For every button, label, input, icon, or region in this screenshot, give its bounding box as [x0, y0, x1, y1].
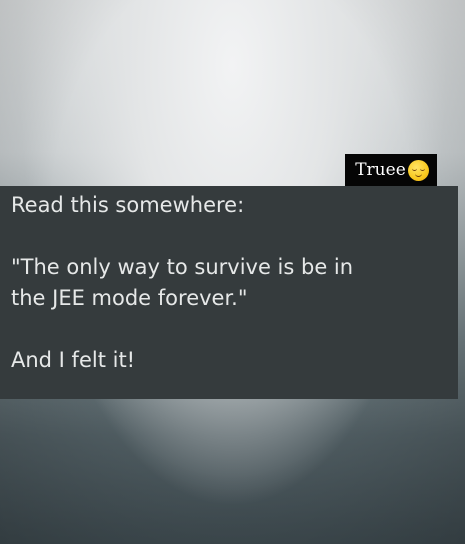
caption-tag-label: Truee [355, 160, 406, 180]
quote-card: Read this somewhere: "The only way to su… [0, 186, 458, 399]
caption-tag: Truee [345, 154, 437, 186]
quote-intro: Read this somewhere: [11, 193, 245, 217]
relieved-face-icon [407, 159, 429, 181]
quote-line-1: "The only way to survive is be in [11, 255, 354, 279]
quote-outro: And I felt it! [11, 348, 136, 372]
quote-line-2: the JEE mode forever." [11, 286, 248, 310]
